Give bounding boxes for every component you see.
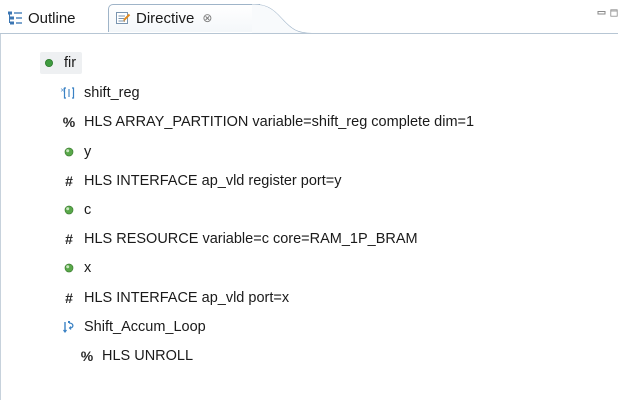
directive-view: Outline Directive ⊗ fir × shift_reg % HL… — [0, 0, 618, 400]
tree-node-label: fir — [64, 55, 77, 71]
outline-icon — [6, 9, 24, 27]
percent-directive-icon: % — [80, 348, 94, 364]
hash-directive-icon: # — [65, 173, 73, 189]
tree-node-label: HLS INTERFACE ap_vld port=x — [84, 290, 290, 306]
tree-node-interface-y[interactable]: # HLS INTERFACE ap_vld register port=y — [60, 170, 341, 192]
tree-node-label: c — [84, 202, 92, 218]
percent-directive-icon: % — [62, 114, 76, 130]
loop-icon — [60, 318, 78, 336]
tree-node-label: HLS INTERFACE ap_vld register port=y — [84, 173, 342, 189]
tree-node-unroll[interactable]: % HLS UNROLL — [78, 345, 193, 367]
tree-node-label: HLS UNROLL — [102, 348, 194, 364]
tab-outline-label: Outline — [28, 9, 76, 27]
tree-node-label: HLS ARRAY_PARTITION variable=shift_reg c… — [84, 114, 475, 130]
tree-node-label: shift_reg — [84, 85, 140, 101]
hash-directive-icon: # — [65, 231, 73, 247]
array-variable-icon: × — [60, 84, 78, 102]
tree-node-y[interactable]: y — [60, 141, 91, 163]
tree-node-resource-c[interactable]: # HLS RESOURCE variable=c core=RAM_1P_BR… — [60, 228, 418, 250]
view-left-border — [0, 34, 1, 400]
tab-directive-edge — [252, 4, 312, 34]
tree-node-label: HLS RESOURCE variable=c core=RAM_1P_BRAM — [84, 231, 418, 247]
maximize-view-icon[interactable] — [610, 7, 618, 19]
tree-node-fir[interactable]: fir — [40, 52, 83, 74]
hash-directive-icon: # — [65, 290, 73, 306]
tree-node-array-partition[interactable]: % HLS ARRAY_PARTITION variable=shift_reg… — [60, 111, 474, 133]
tab-outline[interactable]: Outline — [6, 8, 76, 28]
tree-node-label: x — [84, 260, 92, 276]
tree-node-label: Shift_Accum_Loop — [84, 319, 206, 335]
port-icon — [60, 143, 78, 161]
close-tab-icon[interactable]: ⊗ — [202, 11, 212, 25]
tree-node-c[interactable]: c — [60, 199, 91, 221]
port-icon — [60, 259, 78, 277]
tree-node-shift-accum-loop[interactable]: Shift_Accum_Loop — [60, 316, 206, 338]
tree-node-interface-x[interactable]: # HLS INTERFACE ap_vld port=x — [60, 287, 289, 309]
directive-icon — [114, 9, 132, 27]
tree-node-shift-reg[interactable]: × shift_reg — [60, 82, 140, 104]
function-icon — [40, 54, 58, 72]
tree-node-label: y — [84, 144, 92, 160]
port-icon — [60, 201, 78, 219]
tab-directive[interactable]: Directive ⊗ — [114, 8, 212, 28]
view-controls — [596, 6, 618, 20]
minimize-view-icon[interactable] — [596, 7, 608, 19]
tree-node-x[interactable]: x — [60, 257, 91, 279]
tab-directive-label: Directive — [136, 9, 195, 27]
tab-bar-divider — [0, 33, 618, 34]
view-tab-bar: Outline Directive ⊗ — [0, 0, 618, 34]
